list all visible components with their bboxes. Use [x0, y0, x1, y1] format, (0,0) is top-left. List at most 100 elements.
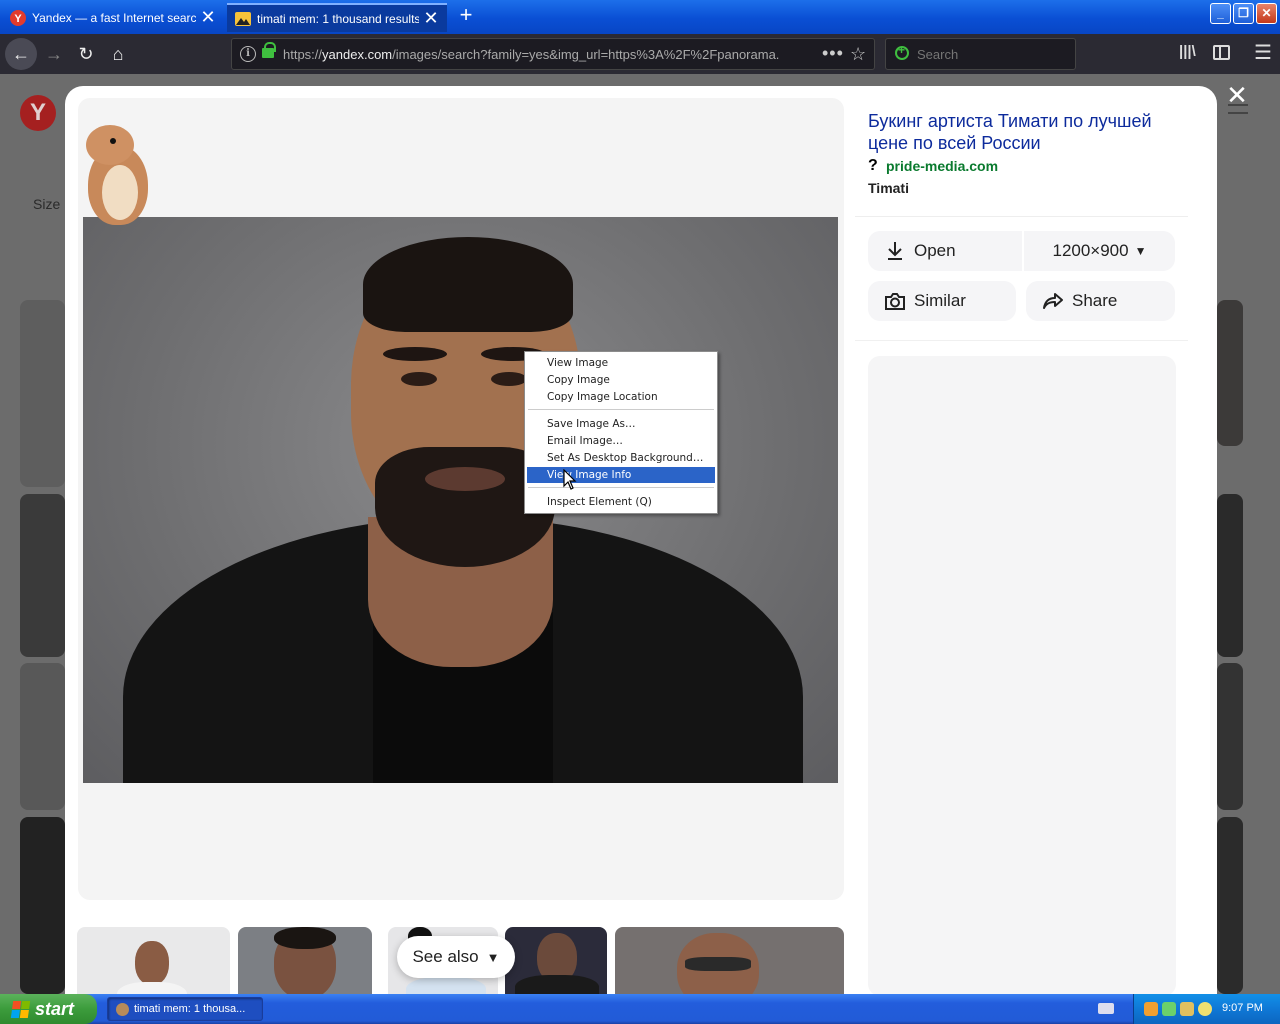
see-also-button[interactable]: See also ▼ [397, 936, 515, 978]
divider [855, 340, 1188, 341]
menu-separator [528, 487, 714, 488]
source-tag: Timati [868, 180, 909, 196]
search-engine-icon [895, 43, 909, 60]
forward-button[interactable]: → [40, 40, 68, 68]
see-also-label: See also [412, 947, 479, 966]
download-icon [884, 240, 906, 262]
open-button[interactable]: Open [868, 231, 1022, 271]
related-thumbnail[interactable] [238, 927, 372, 996]
tray-app-icon[interactable] [1144, 1002, 1158, 1016]
svg-text:Y: Y [14, 13, 22, 25]
reload-button[interactable]: ↻ [72, 40, 100, 68]
bookmark-star-icon[interactable]: ☆ [850, 44, 866, 65]
related-thumbnail[interactable] [615, 927, 844, 996]
close-tab-icon[interactable]: ✕ [200, 7, 216, 28]
chevron-down-icon: ▼ [1134, 244, 1147, 258]
camera-search-icon [884, 290, 906, 312]
home-icon: ⌂ [112, 44, 124, 64]
menu-item-email-image[interactable]: Email Image… [527, 433, 715, 449]
photo-eye [401, 372, 437, 386]
tray-network-icon[interactable] [1162, 1002, 1176, 1016]
menu-item-save-image-as[interactable]: Save Image As… [527, 416, 715, 432]
source-info-card: Букинг артиста Тимати по лучшей цене по … [855, 98, 1188, 214]
close-tab-icon[interactable]: ✕ [423, 8, 439, 29]
images-icon [235, 11, 251, 27]
tab-yandex[interactable]: Y Yandex — a fast Internet search ✕ [2, 3, 224, 32]
taskbar-task-button[interactable]: timati mem: 1 thousa... [107, 997, 263, 1021]
arrow-right-icon: → [45, 44, 63, 64]
share-arrow-icon [1042, 290, 1064, 312]
search-input[interactable] [917, 47, 1067, 62]
yandex-icon: Y [10, 9, 26, 26]
url-prefix: https:// [283, 47, 323, 62]
result-thumbnail[interactable] [20, 663, 65, 810]
size-select-button[interactable]: 1200×900 ▼ [1024, 231, 1175, 271]
hamburger-menu-icon[interactable]: ☰ [1254, 40, 1272, 65]
task-label: timati mem: 1 thousa... [134, 1003, 246, 1015]
main-image[interactable] [83, 217, 838, 783]
share-button[interactable]: Share [1026, 281, 1175, 321]
chevron-down-icon: ▼ [486, 949, 500, 965]
mouse-cursor-icon [563, 469, 577, 490]
library-icon[interactable]: |||\ [1179, 43, 1196, 60]
side-content-area [868, 356, 1176, 996]
result-thumbnail[interactable] [1217, 817, 1243, 994]
menu-item-inspect-element[interactable]: Inspect Element (Q) [527, 494, 715, 510]
page-actions-icon[interactable]: ••• [822, 43, 844, 64]
open-label: Open [914, 241, 956, 260]
clock: 9:07 PM [1222, 1002, 1263, 1014]
url-bar[interactable]: i https://yandex.com/images/search?famil… [231, 38, 875, 70]
close-icon[interactable]: ✕ [1224, 82, 1250, 108]
size-filter[interactable]: Size [33, 196, 60, 212]
tray-security-icon[interactable] [1180, 1002, 1194, 1016]
close-window-button[interactable]: ✕ [1256, 3, 1277, 24]
source-domain[interactable]: pride-media.com [886, 158, 998, 174]
search-bar[interactable] [885, 38, 1076, 70]
photo-eye [491, 372, 527, 386]
result-thumbnail[interactable] [1217, 663, 1243, 810]
menu-item-view-image[interactable]: View Image [527, 355, 715, 371]
source-title-link[interactable]: Букинг артиста Тимати по лучшей цене по … [868, 110, 1168, 154]
minimize-button[interactable]: _ [1210, 3, 1231, 24]
size-label: 1200×900 [1052, 241, 1129, 260]
browser-tab-bar: Y Yandex — a fast Internet search ✕ tima… [0, 0, 1280, 34]
result-thumbnail[interactable] [20, 494, 65, 657]
yandex-logo[interactable]: Y [20, 95, 56, 131]
menu-item-set-desktop-background[interactable]: Set As Desktop Background… [527, 450, 715, 466]
url-text[interactable]: https://yandex.com/images/search?family=… [283, 47, 803, 62]
menu-item-copy-image[interactable]: Copy Image [527, 372, 715, 388]
url-domain: yandex.com [322, 47, 393, 62]
result-thumbnail[interactable] [1217, 494, 1243, 657]
tray-search-icon[interactable] [1198, 1002, 1212, 1016]
related-thumbnail[interactable] [505, 927, 607, 996]
site-favicon-icon: ? [868, 157, 878, 174]
result-thumbnail[interactable] [1217, 300, 1243, 446]
source-site[interactable]: ? pride-media.com [868, 157, 998, 175]
result-thumbnail[interactable] [20, 300, 65, 487]
result-thumbnail[interactable] [20, 817, 65, 994]
windows-flag-icon [10, 1000, 31, 1018]
windows-taskbar: start timati mem: 1 thousa... 9:07 PM [0, 994, 1280, 1024]
new-tab-button[interactable]: + [454, 4, 478, 28]
image-actions: Open 1200×900 ▼ Similar Share [855, 216, 1188, 334]
info-icon[interactable]: i [240, 46, 256, 62]
menu-item-view-image-info[interactable]: View Image Info [527, 467, 715, 483]
menu-separator [528, 409, 714, 410]
tab-yandex-images[interactable]: timati mem: 1 thousand results fo ✕ [227, 3, 447, 32]
related-thumbnail[interactable] [77, 927, 230, 996]
start-button[interactable]: start [0, 994, 97, 1024]
context-menu: View Image Copy Image Copy Image Locatio… [524, 351, 718, 514]
menu-item-copy-image-location[interactable]: Copy Image Location [527, 389, 715, 405]
back-button[interactable]: ← [5, 38, 37, 70]
app-icon [116, 1002, 129, 1016]
photo-mouth [425, 467, 505, 491]
arrow-left-icon: ← [12, 44, 30, 64]
maximize-button[interactable]: ❐ [1233, 3, 1254, 24]
reload-icon: ↻ [78, 44, 94, 64]
home-button[interactable]: ⌂ [104, 40, 132, 68]
keyboard-icon[interactable] [1098, 1003, 1114, 1014]
similar-button[interactable]: Similar [868, 281, 1016, 321]
hamster-mascot-icon [80, 125, 150, 227]
sidebar-icon[interactable] [1213, 45, 1230, 60]
tab-title: timati mem: 1 thousand results fo [257, 11, 419, 26]
